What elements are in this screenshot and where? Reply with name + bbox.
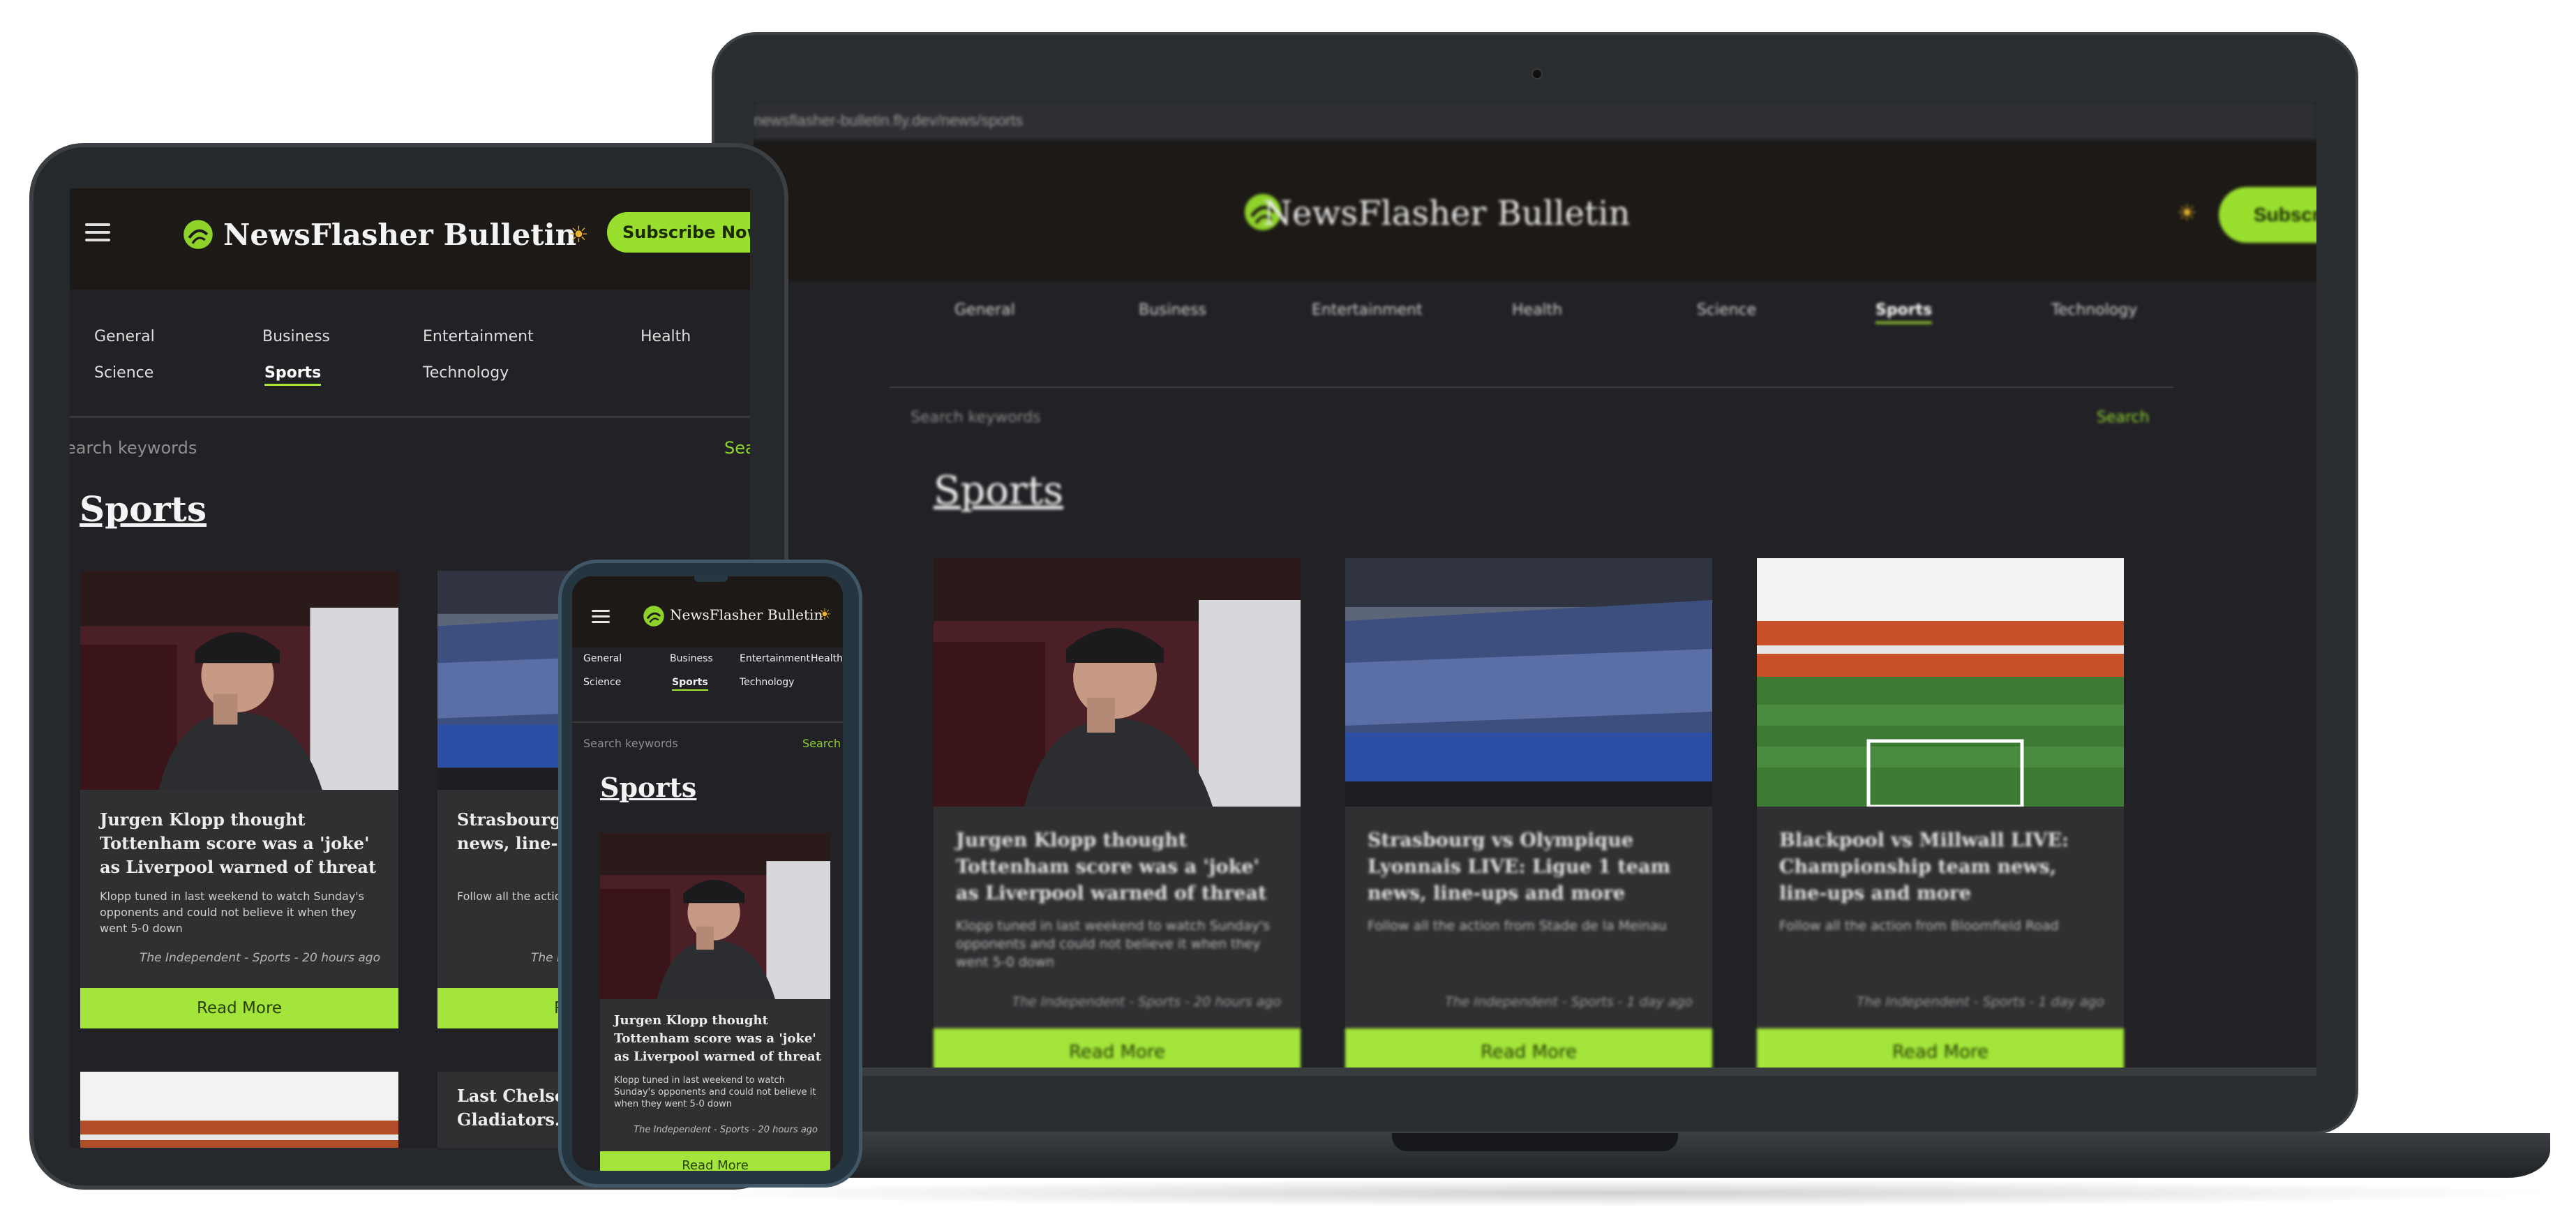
browser-url[interactable]: newsflasher-bulletin.fly.dev/news/sports xyxy=(754,112,1023,130)
divider xyxy=(572,721,843,723)
laptop-notch xyxy=(1392,1133,1678,1151)
hamburger-menu-icon[interactable] xyxy=(85,223,110,246)
nav-entertainment[interactable]: Entertainment xyxy=(423,328,534,345)
nav-general[interactable]: General xyxy=(583,653,622,664)
nav-entertainment[interactable]: Entertainment xyxy=(740,653,810,664)
search-input[interactable]: Search keywords xyxy=(583,737,678,750)
nav-business[interactable]: Business xyxy=(262,328,330,345)
article-title[interactable]: Blackpool vs Millwall LIVE: Championship… xyxy=(1779,828,2107,907)
nav-technology[interactable]: Technology xyxy=(2051,301,2137,319)
article-description: Follow all the action from Stade de la M… xyxy=(1368,918,1667,934)
nav-general[interactable]: General xyxy=(954,301,1015,319)
nav-health[interactable]: Health xyxy=(811,653,843,664)
article-meta: The I xyxy=(531,951,561,965)
sun-icon[interactable]: ☀ xyxy=(569,221,589,248)
site-header: NewsFlasher Bulletin ☀ xyxy=(572,576,843,647)
article-meta: The Independent - Sports - 1 day ago xyxy=(1444,994,1693,1010)
article-image[interactable] xyxy=(80,571,398,790)
article-card: Jurgen Klopp thought Tottenham score was… xyxy=(80,571,398,1028)
article-description: Klopp tuned in last weekend to watch Sun… xyxy=(614,1075,816,1109)
divider xyxy=(70,416,750,418)
article-title[interactable]: Strasbourg vs Olympique Lyonnais LIVE: L… xyxy=(1368,828,1695,907)
sun-icon[interactable]: ☀ xyxy=(2177,200,2197,226)
article-card: Blackpool vs Millwall LIVE: Championship… xyxy=(1757,558,2124,1076)
nav-technology[interactable]: Technology xyxy=(423,364,509,382)
article-image[interactable] xyxy=(600,833,830,999)
nav-entertainment[interactable]: Entertainment xyxy=(1312,301,1423,319)
article-image[interactable] xyxy=(1345,558,1712,807)
phone-notch xyxy=(694,576,728,582)
browser-url-bar[interactable]: newsflasher-bulletin.fly.dev/news/sports xyxy=(754,102,2316,142)
laptop-screen: newsflasher-bulletin.fly.dev/news/sports… xyxy=(754,102,2316,1076)
section-heading: Sports xyxy=(80,488,207,530)
section-heading: Sports xyxy=(934,468,1063,514)
nav-business[interactable]: Business xyxy=(670,653,713,664)
subscribe-button[interactable]: Subscribe Now xyxy=(607,212,750,253)
category-nav: General Business Entertainment Health Sc… xyxy=(754,301,2316,343)
article-image[interactable] xyxy=(1757,558,2124,807)
article-card xyxy=(80,1072,398,1148)
article-image[interactable] xyxy=(80,1072,398,1148)
article-description: Follow all the action from Bloomfield Ro… xyxy=(1779,918,2059,934)
hamburger-menu-icon[interactable] xyxy=(592,610,610,627)
nav-business[interactable]: Business xyxy=(1139,301,1206,319)
site-title[interactable]: NewsFlasher Bulletin xyxy=(223,218,576,252)
article-title[interactable]: Jurgen Klopp thought Tottenham score was… xyxy=(956,828,1284,907)
article-card: Strasbourg vs Olympique Lyonnais LIVE: L… xyxy=(1345,558,1712,1076)
logo-icon[interactable] xyxy=(642,604,666,628)
phone-screen: NewsFlasher Bulletin ☀ General Business … xyxy=(572,576,843,1171)
nav-science[interactable]: Science xyxy=(1697,301,1756,319)
article-description: Klopp tuned in last weekend to watch Sun… xyxy=(956,918,1271,970)
search-button[interactable]: Search xyxy=(2097,409,2150,426)
nav-science[interactable]: Science xyxy=(583,677,621,688)
nav-sports[interactable]: Sports xyxy=(264,364,322,386)
nav-technology[interactable]: Technology xyxy=(740,677,794,688)
nav-science[interactable]: Science xyxy=(94,364,153,382)
laptop-camera xyxy=(1532,68,1543,80)
article-card: Jurgen Klopp thought Tottenham score was… xyxy=(934,558,1301,1076)
site-title[interactable]: NewsFlasher Bulletin xyxy=(1263,194,1630,233)
article-meta: The Independent - Sports - 20 hours ago xyxy=(140,951,380,965)
nav-sports[interactable]: Sports xyxy=(672,677,708,691)
search-button[interactable]: Sea xyxy=(724,438,750,458)
laptop-shadow xyxy=(670,1179,2568,1207)
nav-health[interactable]: Health xyxy=(641,328,691,345)
nav-health[interactable]: Health xyxy=(1512,301,1562,319)
article-meta: The Independent - Sports - 20 hours ago xyxy=(1012,994,1281,1010)
sun-icon[interactable]: ☀ xyxy=(818,606,832,624)
article-card: Jurgen Klopp thought Tottenham score was… xyxy=(600,833,830,1171)
site-title[interactable]: NewsFlasher Bulletin xyxy=(670,606,823,623)
article-title[interactable]: Jurgen Klopp thought Tottenham score was… xyxy=(100,808,386,879)
logo-icon[interactable] xyxy=(181,218,215,251)
article-title[interactable]: Jurgen Klopp thought Tottenham score was… xyxy=(614,1012,823,1066)
nav-sports[interactable]: Sports xyxy=(1875,301,1933,324)
article-description: Klopp tuned in last weekend to watch Sun… xyxy=(100,890,365,935)
divider xyxy=(890,387,2173,388)
screen-edge xyxy=(754,1068,2316,1076)
search-input[interactable]: Search keywords xyxy=(911,409,1041,426)
article-meta: The Independent - Sports - 1 day ago xyxy=(1856,994,2104,1010)
nav-general[interactable]: General xyxy=(94,328,155,345)
section-heading: Sports xyxy=(600,772,697,803)
subscribe-button[interactable]: Subscr xyxy=(2219,187,2316,243)
article-image[interactable] xyxy=(934,558,1301,807)
search-button[interactable]: Search xyxy=(802,737,841,750)
site-header: NewsFlasher Bulletin ☀ Subscribe Now xyxy=(70,188,750,290)
article-meta: The Independent - Sports - 20 hours ago xyxy=(634,1125,818,1135)
read-more-button[interactable]: Read More xyxy=(600,1151,830,1171)
search-input[interactable]: earch keywords xyxy=(70,438,197,458)
read-more-button[interactable]: Read More xyxy=(80,988,398,1028)
